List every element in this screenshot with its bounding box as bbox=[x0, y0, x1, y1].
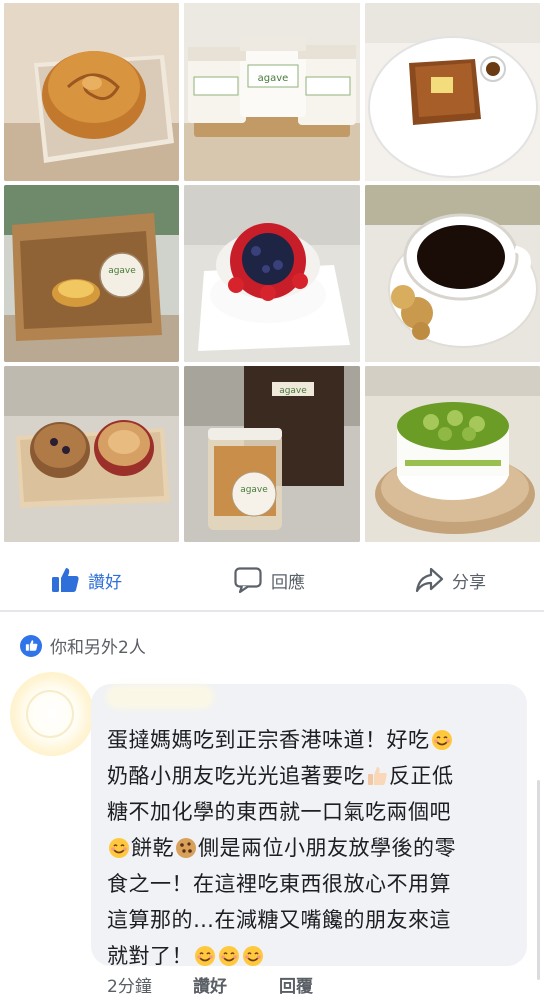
reaction-summary[interactable]: 你和另外2人 bbox=[20, 633, 146, 658]
smile-emoji-icon bbox=[194, 945, 216, 967]
share-icon bbox=[414, 565, 444, 595]
share-label: 分享 bbox=[452, 572, 486, 593]
photo-bread-bun[interactable] bbox=[4, 3, 179, 181]
comment-line-2: 奶酪小朋友吃光光追著要吃 反正低 bbox=[107, 764, 454, 788]
commenter-name-blurred[interactable] bbox=[106, 685, 214, 709]
photo-coffee-cookies[interactable] bbox=[365, 185, 540, 362]
smile-emoji-icon bbox=[108, 837, 130, 859]
comment-button[interactable]: 回應 bbox=[233, 564, 305, 596]
like-button[interactable]: 讚好 bbox=[50, 564, 122, 596]
photo-french-toast[interactable] bbox=[365, 3, 540, 181]
comment-body: 蛋撻媽媽吃到正宗香港味道！好吃 奶酪小朋友吃光光追著要吃 反正低 糖不加化學的東西… bbox=[107, 722, 517, 974]
photo-agave-jars[interactable]: agave bbox=[184, 3, 360, 181]
cookie-emoji-icon bbox=[175, 837, 197, 859]
comment-like-button[interactable]: 讚好 bbox=[193, 972, 279, 997]
divider bbox=[0, 610, 544, 612]
comment-reply-button[interactable]: 回覆 bbox=[279, 972, 313, 997]
thumbs-up-emoji-icon bbox=[366, 765, 388, 787]
smile-emoji-icon bbox=[431, 729, 453, 751]
scrollbar[interactable] bbox=[537, 780, 540, 980]
photo-grid: agave agave agave agave bbox=[0, 0, 544, 545]
avatar-ring bbox=[26, 690, 74, 738]
agave-label: agave bbox=[258, 73, 289, 84]
comment-meta: 2分鐘 讚好 回覆 bbox=[107, 972, 313, 997]
like-label: 讚好 bbox=[88, 572, 122, 593]
reaction-text: 你和另外2人 bbox=[50, 638, 146, 658]
post-action-bar: 讚好 回應 分享 bbox=[0, 552, 544, 608]
photo-egg-tart-box[interactable]: agave bbox=[4, 185, 179, 362]
comment-time[interactable]: 2分鐘 bbox=[107, 972, 193, 997]
comment-line-5: 食之一！在這裡吃東西很放心不用算 bbox=[107, 872, 451, 896]
photo-kiwi-cake[interactable] bbox=[365, 366, 540, 542]
comment-line-7: 就對了！ bbox=[107, 938, 517, 974]
thumbs-up-icon bbox=[50, 565, 80, 595]
smile-emoji-icon bbox=[242, 945, 264, 967]
photo-muffins[interactable] bbox=[4, 366, 179, 542]
comment-label: 回應 bbox=[271, 572, 305, 593]
photo-cookie-jar[interactable]: agave agave bbox=[184, 366, 360, 542]
agave-tag-label: agave bbox=[108, 266, 136, 276]
like-reaction-icon bbox=[20, 634, 42, 657]
comment-line-6: 這算那的…在減糖又嘴饞的朋友來這 bbox=[107, 908, 451, 932]
photo-berry-cake[interactable] bbox=[184, 185, 360, 362]
comment-line-4: 餅乾 側是兩位小朋友放學後的零 bbox=[107, 830, 517, 866]
agave-jar-label: agave bbox=[240, 485, 268, 495]
comment-line-1: 蛋撻媽媽吃到正宗香港味道！好吃 bbox=[107, 722, 517, 758]
agave-sign-label: agave bbox=[279, 386, 307, 396]
comment-icon bbox=[233, 565, 263, 595]
share-button[interactable]: 分享 bbox=[414, 564, 486, 596]
comment-line-3: 糖不加化學的東西就一口氣吃兩個吧 bbox=[107, 800, 451, 824]
smile-emoji-icon bbox=[218, 945, 240, 967]
